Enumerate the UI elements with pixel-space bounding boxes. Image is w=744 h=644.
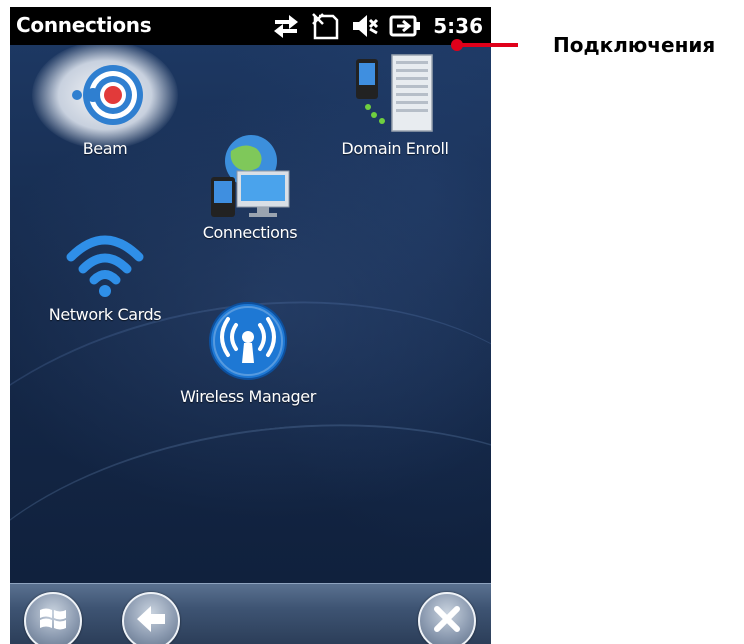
- app-label: Connections: [202, 223, 298, 242]
- bottom-bar: [10, 583, 491, 644]
- wireless-manager-icon: [206, 299, 290, 383]
- start-button[interactable]: [24, 592, 82, 644]
- wifi-icon: [65, 229, 145, 301]
- windows-start-icon: [37, 603, 69, 639]
- clock[interactable]: 5:36: [433, 14, 483, 38]
- app-domain-enroll[interactable]: Domain Enroll: [310, 51, 480, 158]
- status-bar: Connections 5:36: [10, 7, 491, 45]
- device-screen: Connections 5:36 Domain Enroll Connectio…: [10, 7, 491, 644]
- close-button[interactable]: [418, 592, 476, 644]
- no-sim-icon[interactable]: [311, 12, 341, 40]
- connections-icon: [205, 133, 295, 219]
- back-button[interactable]: [122, 592, 180, 644]
- domain-enroll-icon: [352, 51, 438, 135]
- data-sync-icon[interactable]: [271, 13, 301, 39]
- app-wireless-manager[interactable]: Wireless Manager: [163, 299, 333, 406]
- callout-line: [456, 43, 518, 47]
- back-arrow-icon: [135, 604, 167, 638]
- window-title[interactable]: Connections: [16, 13, 152, 37]
- callout-label: Подключения: [553, 33, 716, 57]
- app-connections[interactable]: Connections: [165, 133, 335, 242]
- beam-icon: [65, 55, 145, 135]
- app-label: Wireless Manager: [180, 387, 316, 406]
- app-label: Domain Enroll: [341, 139, 449, 158]
- speaker-muted-icon[interactable]: [351, 13, 379, 39]
- battery-charging-icon[interactable]: [389, 14, 421, 38]
- status-icons: 5:36: [271, 12, 483, 40]
- close-icon: [432, 604, 462, 638]
